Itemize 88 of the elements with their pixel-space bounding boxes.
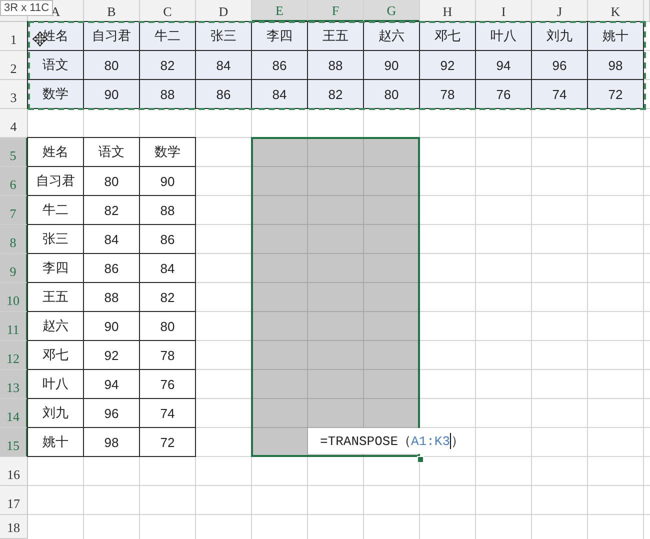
column-header[interactable]: E: [252, 0, 308, 22]
table-cell: 刘九: [532, 22, 588, 51]
table-cell: 牛二: [28, 196, 84, 225]
table-cell: 76: [140, 370, 196, 399]
table-cell: 自习君: [28, 167, 84, 196]
table-cell: 88: [84, 283, 140, 312]
table-cell: 98: [588, 51, 644, 80]
row-header[interactable]: 3: [0, 80, 28, 109]
table-cell: 牛二: [140, 22, 196, 51]
table-cell: 84: [140, 254, 196, 283]
column-header[interactable]: I: [476, 0, 532, 22]
table-cell: 数学: [28, 80, 84, 109]
table-cell: 98: [84, 428, 140, 457]
column-header[interactable]: J: [532, 0, 588, 22]
row-header[interactable]: 13: [0, 370, 28, 399]
row-header[interactable]: 8: [0, 225, 28, 254]
table-cell: 80: [84, 167, 140, 196]
table-cell: 84: [196, 51, 252, 80]
table-cell: 李四: [28, 254, 84, 283]
row-header[interactable]: 18: [0, 515, 28, 539]
row-header[interactable]: 4: [0, 109, 28, 138]
column-header[interactable]: G: [364, 0, 420, 22]
table-cell: 78: [420, 80, 476, 109]
table-cell: 赵六: [364, 22, 420, 51]
table-cell: 王五: [28, 283, 84, 312]
table-cell: 张三: [196, 22, 252, 51]
column-header[interactable]: B: [84, 0, 140, 22]
table-cell: 74: [532, 80, 588, 109]
table-cell: 82: [84, 196, 140, 225]
table-cell: 数学: [140, 138, 196, 167]
table-cell: 84: [84, 225, 140, 254]
table-cell: 姚十: [588, 22, 644, 51]
range-size-tooltip: 3R x 11C: [0, 0, 54, 16]
row-header[interactable]: 17: [0, 486, 28, 515]
table-cell: 92: [420, 51, 476, 80]
table-cell: 王五: [308, 22, 364, 51]
column-header[interactable]: H: [420, 0, 476, 22]
table-cell: 96: [84, 399, 140, 428]
table-cell: 96: [532, 51, 588, 80]
table-cell: 84: [252, 80, 308, 109]
table-cell: 82: [308, 80, 364, 109]
table-cell: 90: [84, 80, 140, 109]
column-header[interactable]: D: [196, 0, 252, 22]
table-cell: 邓七: [420, 22, 476, 51]
table-cell: 86: [196, 80, 252, 109]
table-cell: 90: [84, 312, 140, 341]
table-cell: 邓七: [28, 341, 84, 370]
table-cell: 张三: [28, 225, 84, 254]
row-header[interactable]: 10: [0, 283, 28, 312]
table-cell: 80: [84, 51, 140, 80]
table-cell: 语文: [84, 138, 140, 167]
table-cell: 自习君: [84, 22, 140, 51]
table-cell: 李四: [252, 22, 308, 51]
table-cell: 90: [364, 51, 420, 80]
table-cell: 94: [476, 51, 532, 80]
column-header[interactable]: C: [140, 0, 196, 22]
table-cell: 88: [140, 196, 196, 225]
fill-handle[interactable]: [417, 456, 424, 463]
table-cell: 74: [140, 399, 196, 428]
table-cell: 76: [476, 80, 532, 109]
table-cell: 姓名: [28, 138, 84, 167]
table-cell: 92: [84, 341, 140, 370]
row-header[interactable]: 15: [0, 428, 28, 457]
column-header[interactable]: F: [308, 0, 364, 22]
table-cell: 80: [364, 80, 420, 109]
table-cell: 86: [84, 254, 140, 283]
table-cell: 80: [140, 312, 196, 341]
table-cell: 72: [588, 80, 644, 109]
column-header[interactable]: K: [588, 0, 644, 22]
table-cell: 叶八: [476, 22, 532, 51]
table-cell: 86: [252, 51, 308, 80]
table-cell: 94: [84, 370, 140, 399]
table-cell: 叶八: [28, 370, 84, 399]
table-cell: 赵六: [28, 312, 84, 341]
table-cell: 82: [140, 51, 196, 80]
row-header[interactable]: 2: [0, 51, 28, 80]
table-cell: 88: [308, 51, 364, 80]
table-cell: 姚十: [28, 428, 84, 457]
table-cell: 90: [140, 167, 196, 196]
table-cell: 78: [140, 341, 196, 370]
table-cell: 82: [140, 283, 196, 312]
table-cell: 语文: [28, 51, 84, 80]
table-cell: 88: [140, 80, 196, 109]
table-cell: 刘九: [28, 399, 84, 428]
row-header[interactable]: 1: [0, 22, 28, 51]
table-cell: 86: [140, 225, 196, 254]
row-header[interactable]: 16: [0, 457, 28, 486]
table-cell: 72: [140, 428, 196, 457]
